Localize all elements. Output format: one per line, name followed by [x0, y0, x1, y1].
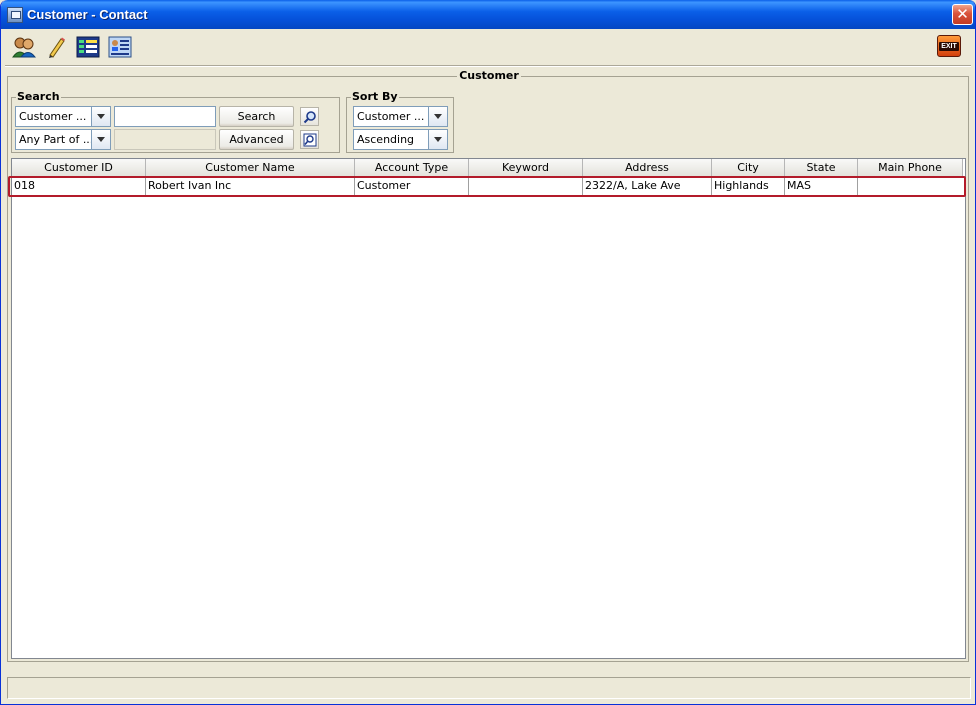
cell-city: Highlands	[712, 177, 785, 195]
sort-group-title: Sort By	[351, 90, 399, 103]
advanced-search-icon	[303, 133, 316, 146]
search-field-combo[interactable]: Customer ...	[15, 106, 111, 127]
exit-button[interactable]: EXIT	[937, 35, 961, 57]
column-header-customer-id[interactable]: Customer ID	[12, 159, 146, 177]
cell-state: MAS	[785, 177, 858, 195]
column-header-customer-name[interactable]: Customer Name	[146, 159, 355, 177]
cell-customer-id: 018	[12, 177, 146, 195]
edit-pencil-icon	[49, 37, 65, 58]
exit-label: EXIT	[939, 41, 959, 51]
cell-main-phone	[858, 177, 963, 195]
column-header-keyword[interactable]: Keyword	[469, 159, 583, 177]
chevron-down-icon	[91, 130, 110, 149]
column-header-address[interactable]: Address	[583, 159, 712, 177]
cell-address: 2322/A, Lake Ave	[583, 177, 712, 195]
column-header-main-phone[interactable]: Main Phone	[858, 159, 963, 177]
title-bar: Customer - Contact ✕	[1, 0, 975, 29]
magnifier-icon	[303, 110, 316, 123]
advanced-button[interactable]: Advanced	[219, 129, 294, 150]
chevron-down-icon	[428, 130, 447, 149]
cell-keyword	[469, 177, 583, 195]
search-match-combo[interactable]: Any Part of ...	[15, 129, 111, 150]
toolbar-separator	[5, 65, 971, 67]
sort-order-combo[interactable]: Ascending	[353, 129, 448, 150]
app-icon	[7, 6, 23, 23]
column-header-state[interactable]: State	[785, 159, 858, 177]
report-grid-icon	[76, 36, 100, 58]
search-button[interactable]: Search	[219, 106, 294, 127]
window-title: Customer - Contact	[27, 7, 148, 22]
chevron-down-icon	[428, 107, 447, 126]
table-row[interactable]: 018 Robert Ivan Inc Customer 2322/A, Lak…	[12, 177, 963, 195]
search-input[interactable]	[114, 106, 216, 127]
panel-title: Customer	[457, 69, 521, 82]
customer-table[interactable]: Customer ID Customer Name Account Type K…	[11, 158, 966, 659]
advanced-icon-button[interactable]	[300, 130, 319, 149]
edit-button[interactable]	[43, 34, 69, 60]
cell-customer-name: Robert Ivan Inc	[146, 177, 355, 195]
report-button[interactable]	[75, 34, 101, 60]
customer-detail-button[interactable]	[107, 34, 133, 60]
app-window: Customer - Contact ✕ EXIT Customer Searc…	[0, 0, 976, 705]
close-button[interactable]: ✕	[952, 4, 973, 25]
column-header-account-type[interactable]: Account Type	[355, 159, 469, 177]
contacts-icon	[12, 37, 36, 58]
customer-detail-icon	[108, 36, 132, 58]
column-header-city[interactable]: City	[712, 159, 785, 177]
contacts-button[interactable]	[11, 34, 37, 60]
status-bar	[7, 677, 971, 699]
search-group-title: Search	[16, 90, 61, 103]
table-header: Customer ID Customer Name Account Type K…	[12, 159, 963, 177]
search-secondary-field	[114, 129, 216, 150]
chevron-down-icon	[91, 107, 110, 126]
search-icon-button[interactable]	[300, 107, 319, 126]
cell-account-type: Customer	[355, 177, 469, 195]
toolbar: EXIT	[5, 29, 971, 65]
sort-field-combo[interactable]: Customer ...	[353, 106, 448, 127]
